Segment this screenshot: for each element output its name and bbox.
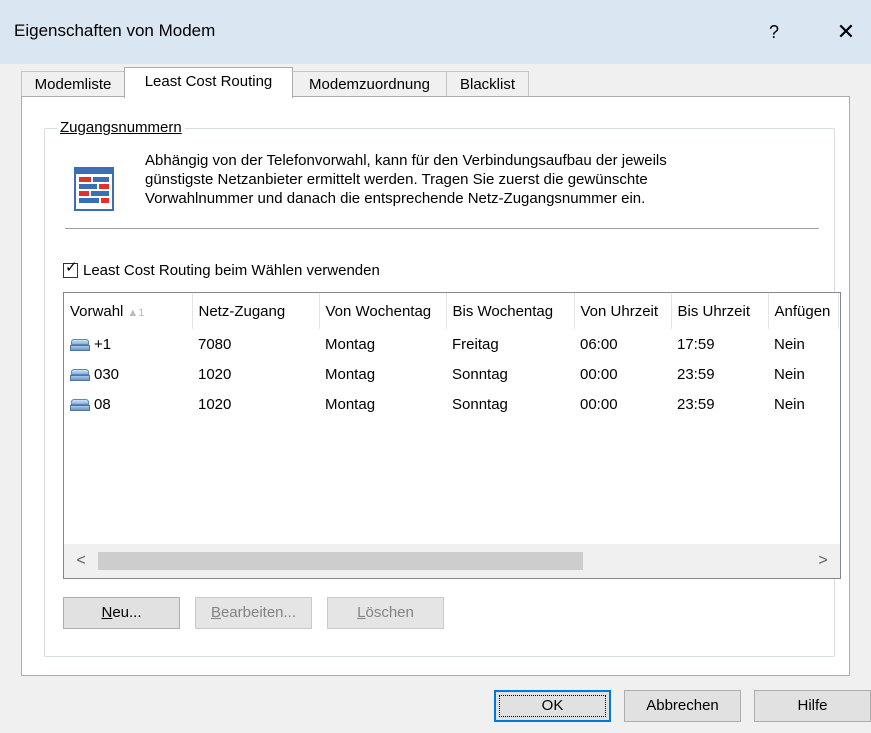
cell-von-uhrzeit: 06:00	[580, 335, 618, 353]
column-header-bis-uhrzeit[interactable]: Bis Uhrzeit	[671, 293, 769, 329]
tab-modemzuordnung[interactable]: Modemzuordnung	[292, 71, 447, 97]
cell-von-wochentag: Montag	[325, 335, 376, 353]
cell-bis-uhrzeit: 23:59	[677, 365, 715, 383]
focus-rect	[499, 695, 606, 717]
routing-table-icon	[74, 167, 114, 211]
column-header-von-wochentag[interactable]: Von Wochentag	[319, 293, 447, 329]
info-text: Abhängig von der Telefonvorwahl, kann fü…	[145, 151, 805, 208]
cell-von-wochentag: Montag	[325, 395, 376, 413]
cell-anfuegen: Nein	[774, 395, 805, 413]
cell-bis-uhrzeit: 17:59	[677, 335, 715, 353]
cell-vorwahl: +1	[64, 329, 192, 359]
column-header-vorwahl[interactable]: Vorwahl ▲1	[64, 293, 193, 329]
close-button[interactable]: ✕	[824, 14, 868, 50]
cell-netz-zugang: 1020	[198, 365, 232, 383]
separator	[65, 228, 819, 229]
column-header-anfuegen[interactable]: Anfügen	[768, 293, 839, 329]
tab-blacklist[interactable]: Blacklist	[446, 71, 529, 97]
cell-bis-wochentag: Sonntag	[452, 365, 508, 383]
table-header: Vorwahl ▲1 Netz-Zugang Von Wochentag Bis …	[64, 293, 839, 329]
lcr-checkbox-row[interactable]: ✓ Least Cost Routing beim Wählen verwend…	[63, 258, 380, 280]
tab-panel: Zugangsnummern Abhängig von der Telefonv…	[21, 96, 850, 676]
cancel-button[interactable]: Abbrechen	[624, 690, 741, 722]
new-button[interactable]: Neu...	[63, 597, 180, 629]
cell-vorwahl: 030	[64, 359, 192, 389]
routing-table: Vorwahl ▲1 Netz-Zugang Von Wochentag Bis …	[64, 293, 839, 419]
lcr-checkbox[interactable]: ✓	[63, 258, 78, 278]
cell-von-wochentag: Montag	[325, 365, 376, 383]
cell-von-uhrzeit: 00:00	[580, 395, 618, 413]
cell-bis-wochentag: Sonntag	[452, 395, 508, 413]
tab-modemliste[interactable]: Modemliste	[21, 71, 125, 97]
tab-least-cost-routing[interactable]: Least Cost Routing	[124, 67, 293, 98]
delete-button[interactable]: Löschen	[327, 597, 444, 629]
help-button[interactable]: Hilfe	[754, 690, 871, 722]
info-line-2: günstigste Netzanbieter ermittelt werden…	[145, 171, 648, 188]
scroll-left-icon[interactable]: <	[64, 544, 98, 578]
info-line-3: Vorwahlnummer und danach die entsprechen…	[145, 190, 646, 207]
routing-list[interactable]: Vorwahl ▲1 Netz-Zugang Von Wochentag Bis …	[63, 292, 841, 579]
cell-netz-zugang: 1020	[198, 395, 232, 413]
column-header-bis-wochentag[interactable]: Bis Wochentag	[446, 293, 575, 329]
modem-icon	[70, 338, 90, 351]
scroll-right-icon[interactable]: >	[806, 544, 840, 578]
cell-netz-zugang: 7080	[198, 335, 232, 353]
edit-button[interactable]: Bearbeiten...	[195, 597, 312, 629]
title-bar: Eigenschaften von Modem ? ✕	[0, 0, 871, 64]
scrollbar-thumb[interactable]	[98, 552, 583, 570]
help-title-button[interactable]: ?	[752, 14, 796, 50]
checkmark-icon: ✓	[65, 258, 78, 276]
modem-icon	[70, 368, 90, 381]
ok-button[interactable]: OK	[494, 690, 611, 722]
sort-ascending-icon: ▲1	[127, 306, 145, 319]
info-line-1: Abhängig von der Telefonvorwahl, kann fü…	[145, 152, 667, 169]
cell-anfuegen: Nein	[774, 335, 805, 353]
cell-bis-wochentag: Freitag	[452, 335, 499, 353]
column-header-von-uhrzeit[interactable]: Von Uhrzeit	[574, 293, 672, 329]
modem-icon	[70, 398, 90, 411]
cell-bis-uhrzeit: 23:59	[677, 395, 715, 413]
legend-text: Zugangsnummern	[60, 119, 182, 136]
cell-von-uhrzeit: 00:00	[580, 365, 618, 383]
column-header-netz-zugang[interactable]: Netz-Zugang	[192, 293, 320, 329]
lcr-checkbox-label[interactable]: Least Cost Routing beim Wählen verwenden	[83, 262, 380, 279]
window-title: Eigenschaften von Modem	[14, 21, 216, 40]
table-row[interactable]: +1 7080 Montag Freitag 06:00 17:59 Nein	[64, 329, 838, 359]
table-row[interactable]: 030 1020 Montag Sonntag 00:00 23:59 Nein	[64, 359, 838, 389]
table-row[interactable]: 08 1020 Montag Sonntag 00:00 23:59 Nein	[64, 389, 838, 419]
cell-anfuegen: Nein	[774, 365, 805, 383]
group-legend: Zugangsnummern	[57, 119, 185, 136]
access-numbers-group: Zugangsnummern Abhängig von der Telefonv…	[44, 119, 841, 657]
cell-vorwahl: 08	[64, 389, 192, 419]
horizontal-scrollbar[interactable]: < >	[64, 544, 840, 578]
